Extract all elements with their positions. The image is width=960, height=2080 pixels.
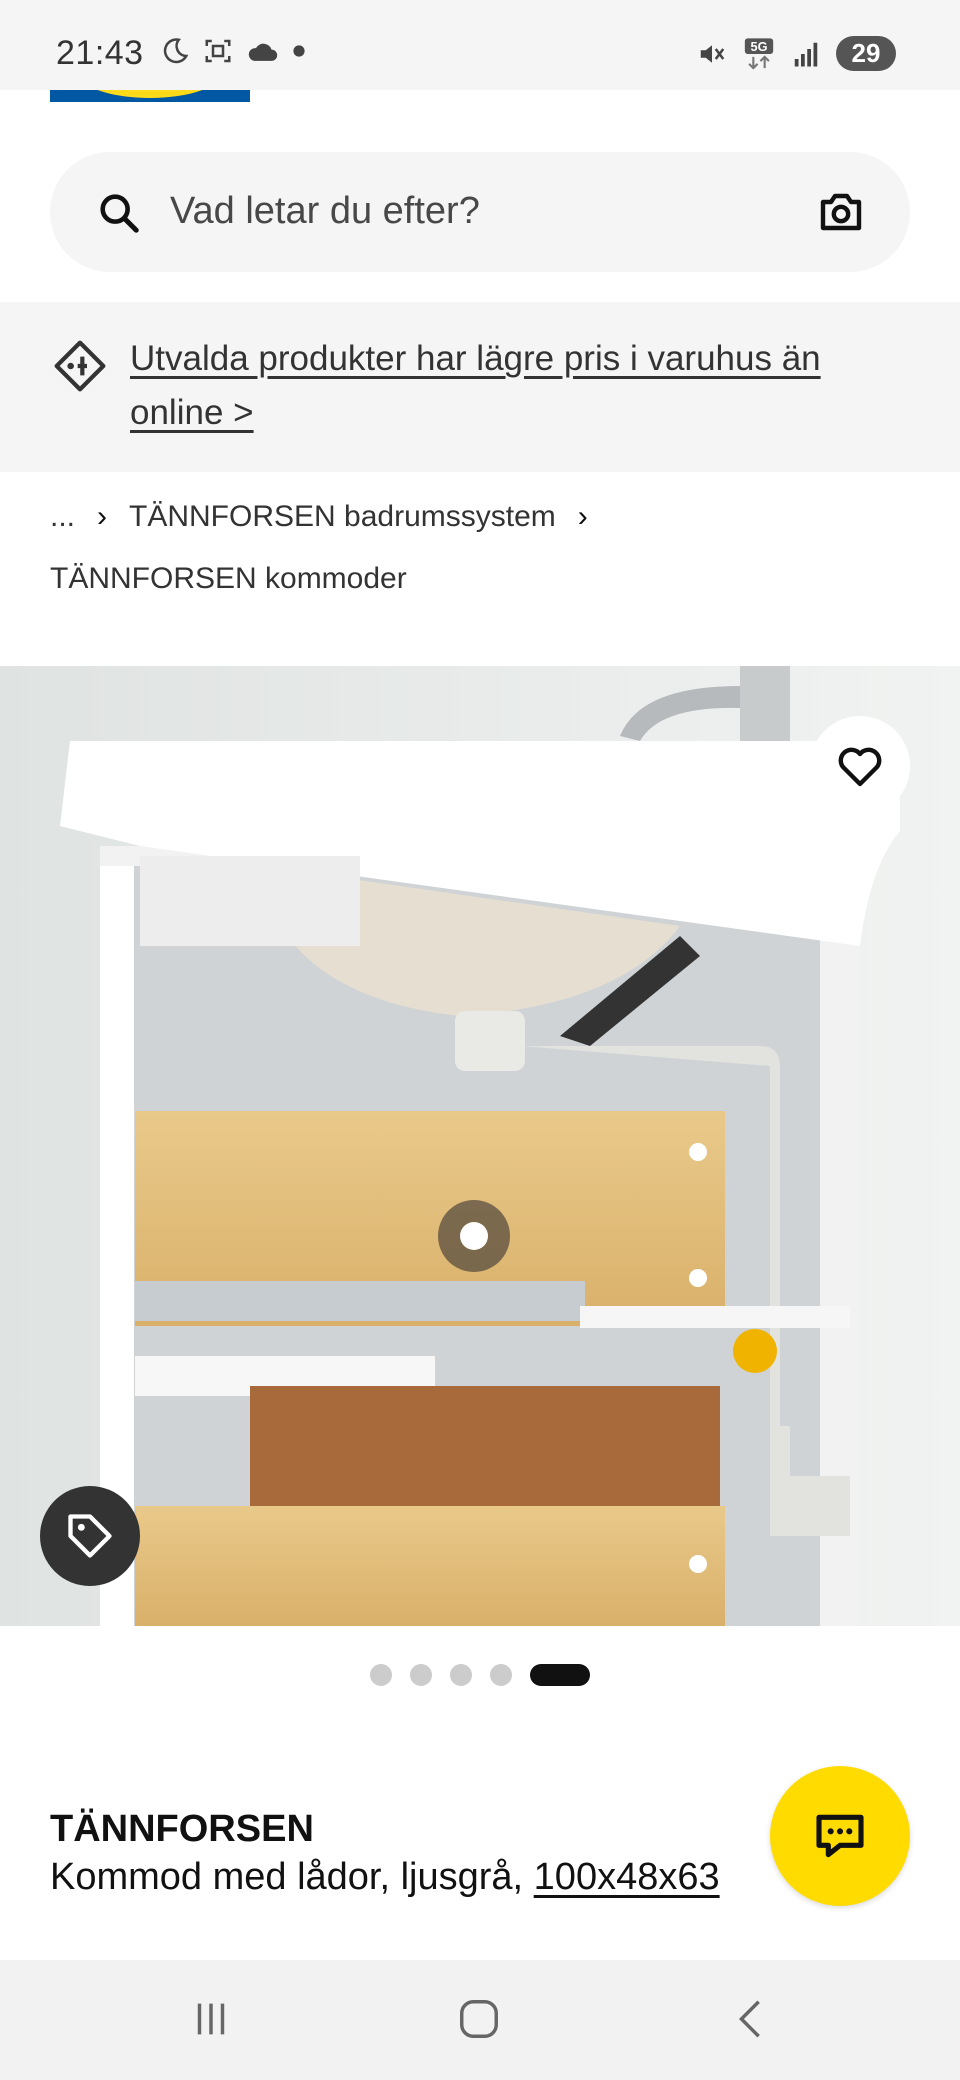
- carousel-dot[interactable]: [370, 1664, 392, 1686]
- ikea-logo[interactable]: [50, 90, 250, 102]
- recent-apps-icon[interactable]: [188, 1996, 234, 2042]
- search-input[interactable]: Vad letar du efter?: [170, 190, 480, 233]
- tag-icon: [68, 1514, 112, 1558]
- battery-indicator: 29: [836, 36, 896, 71]
- system-nav-bar: [0, 1960, 960, 2080]
- product-photo: [0, 666, 960, 1626]
- favorite-button[interactable]: [810, 716, 910, 816]
- product-name: TÄNNFORSEN: [50, 1808, 314, 1850]
- search-bar[interactable]: Vad letar du efter?: [50, 152, 910, 272]
- breadcrumb-ellipsis[interactable]: ...: [50, 500, 75, 534]
- price-tag-icon: [54, 340, 106, 392]
- promo-link[interactable]: Utvalda produkter har lägre pris i varuh…: [130, 332, 910, 440]
- status-time: 21:43: [56, 34, 144, 72]
- 5g-icon: 5G: [744, 37, 774, 70]
- carousel-dot[interactable]: [490, 1664, 512, 1686]
- product-size-link[interactable]: 100x48x63: [534, 1856, 720, 1898]
- product-description: Kommod med lådor, ljusgrå, 100x48x63: [50, 1856, 720, 1899]
- carousel-dot[interactable]: [450, 1664, 472, 1686]
- carousel-dot[interactable]: [410, 1664, 432, 1686]
- signal-icon: [794, 42, 818, 66]
- search-icon: [100, 194, 139, 233]
- status-bar: 21:43 5G 29: [0, 0, 960, 90]
- chevron-right-icon: ›: [97, 500, 108, 533]
- mute-icon: [700, 44, 725, 63]
- svg-text:5G: 5G: [750, 39, 767, 54]
- status-right-icons: 5G 29: [696, 36, 896, 71]
- screenshot-icon: [205, 39, 231, 63]
- product-image[interactable]: [0, 666, 960, 1626]
- camera-icon[interactable]: [816, 188, 866, 236]
- cloud-icon: [248, 43, 278, 61]
- chat-button[interactable]: [770, 1766, 910, 1906]
- promo-banner[interactable]: Utvalda produkter har lägre pris i varuh…: [0, 302, 960, 472]
- status-left-icons: [160, 36, 306, 66]
- chevron-right-icon: ›: [577, 500, 588, 533]
- carousel-indicator[interactable]: [0, 1664, 960, 1686]
- breadcrumb-link-system[interactable]: TÄNNFORSEN badrumssystem: [129, 500, 556, 534]
- breadcrumb-link-kommoder[interactable]: TÄNNFORSEN kommoder: [50, 562, 407, 595]
- product-tag-button[interactable]: [40, 1486, 140, 1586]
- carousel-dot-active[interactable]: [530, 1664, 590, 1686]
- chat-icon: [816, 1814, 864, 1858]
- home-icon[interactable]: [456, 1996, 502, 2042]
- moon-icon: [163, 38, 189, 64]
- heart-icon: [838, 747, 882, 787]
- dot-icon: [293, 45, 305, 57]
- back-icon[interactable]: [728, 1996, 774, 2042]
- product-description-text: Kommod med lådor, ljusgrå,: [50, 1856, 534, 1898]
